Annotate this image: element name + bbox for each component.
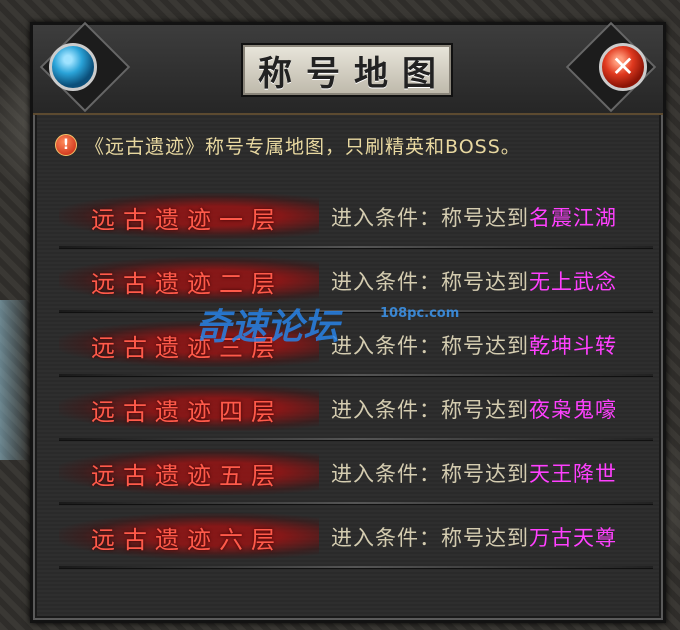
entry-condition: 进入条件：称号达到夜枭鬼嚎: [331, 394, 617, 424]
close-button[interactable]: ✕: [599, 43, 647, 91]
entry-condition: 进入条件：称号达到名震江湖: [331, 202, 617, 232]
watermark-site: 108pc.com: [380, 306, 460, 321]
floor-name[interactable]: 远古遗迹六层: [91, 520, 283, 555]
background-glow: [0, 300, 30, 460]
notice-bar: ! 《远古遗迹》称号专属地图，只刷精英和BOSS。: [55, 130, 653, 160]
title-plate: 称号地图: [241, 43, 453, 97]
floor-row-4[interactable]: 远古遗迹四层 进入条件：称号达到夜枭鬼嚎: [59, 377, 653, 441]
blue-orb-icon: [49, 43, 97, 91]
floor-list: 远古遗迹一层 进入条件：称号达到名震江湖 远古遗迹二层 进入条件：称号达到无上武…: [59, 185, 653, 569]
window-title: 称号地图: [258, 53, 450, 94]
watermark-text: 奇速论坛: [195, 307, 340, 348]
notice-text: 《远古遗迹》称号专属地图，只刷精英和BOSS。: [85, 135, 521, 158]
condition-label: 进入条件：称号达到: [331, 270, 529, 294]
title-map-window: 称号地图 ✕ ! 《远古遗迹》称号专属地图，只刷精英和BOSS。 远古遗迹一层 …: [30, 21, 666, 623]
required-title: 天王降世: [529, 462, 617, 486]
floor-row-5[interactable]: 远古遗迹五层 进入条件：称号达到天王降世: [59, 441, 653, 505]
required-title: 乾坤斗转: [529, 334, 617, 358]
close-icon: ✕: [611, 50, 635, 83]
required-title: 夜枭鬼嚎: [529, 398, 617, 422]
entry-condition: 进入条件：称号达到无上武念: [331, 266, 617, 296]
warning-icon: !: [55, 134, 77, 156]
condition-label: 进入条件：称号达到: [331, 334, 529, 358]
entry-condition: 进入条件：称号达到万古天尊: [331, 522, 617, 552]
required-title: 无上武念: [529, 270, 617, 294]
floor-name[interactable]: 远古遗迹五层: [91, 456, 283, 491]
condition-label: 进入条件：称号达到: [331, 462, 529, 486]
floor-name[interactable]: 远古遗迹一层: [91, 200, 283, 235]
condition-label: 进入条件：称号达到: [331, 206, 529, 230]
entry-condition: 进入条件：称号达到天王降世: [331, 458, 617, 488]
entry-condition: 进入条件：称号达到乾坤斗转: [331, 330, 617, 360]
title-bar: 称号地图 ✕: [33, 21, 663, 115]
condition-label: 进入条件：称号达到: [331, 398, 529, 422]
floor-name[interactable]: 远古遗迹二层: [91, 264, 283, 299]
condition-label: 进入条件：称号达到: [331, 526, 529, 550]
floor-name[interactable]: 远古遗迹四层: [91, 392, 283, 427]
required-title: 万古天尊: [529, 526, 617, 550]
floor-row-1[interactable]: 远古遗迹一层 进入条件：称号达到名震江湖: [59, 185, 653, 249]
floor-row-6[interactable]: 远古遗迹六层 进入条件：称号达到万古天尊: [59, 505, 653, 569]
floor-row-3[interactable]: 远古遗迹三层 进入条件：称号达到乾坤斗转: [59, 313, 653, 377]
floor-row-2[interactable]: 远古遗迹二层 进入条件：称号达到无上武念: [59, 249, 653, 313]
required-title: 名震江湖: [529, 206, 617, 230]
